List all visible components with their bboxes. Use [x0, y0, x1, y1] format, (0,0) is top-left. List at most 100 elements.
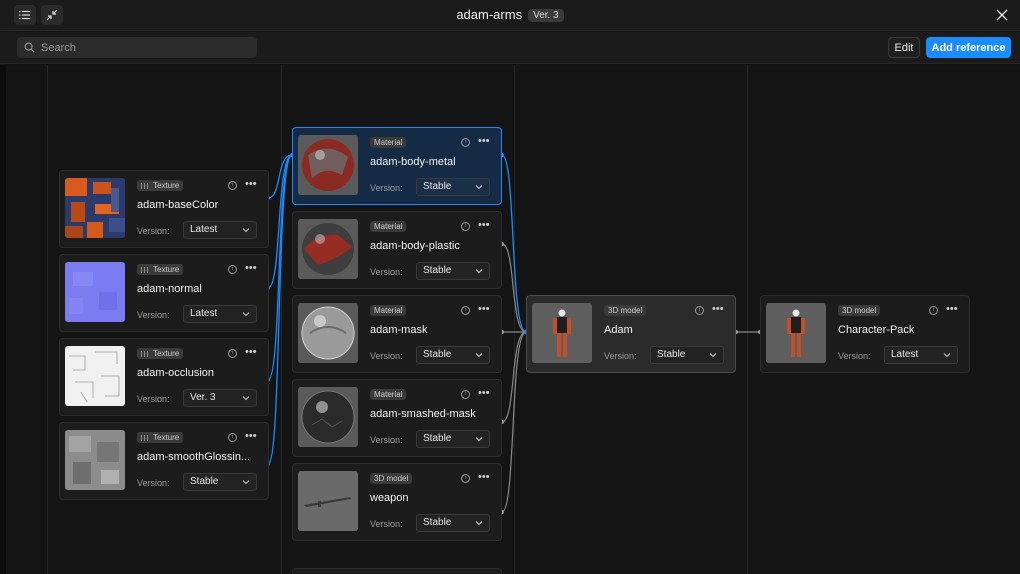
kind-label: 3D model — [842, 306, 877, 315]
version-select[interactable]: Stable — [416, 178, 490, 196]
info-icon[interactable]: i — [228, 349, 237, 358]
kind-label: Material — [374, 138, 403, 147]
add-reference-button[interactable]: Add reference — [926, 37, 1011, 58]
kind-label: Material — [374, 222, 403, 231]
info-icon[interactable]: i — [695, 306, 704, 315]
kind-badge: Texture — [137, 180, 184, 191]
kind-badge: Texture — [137, 432, 184, 443]
version-value: Latest — [891, 349, 919, 360]
node-character-pack[interactable]: 3D model i ••• Character-Pack Version: L… — [760, 295, 970, 373]
texture-thumbnail — [65, 346, 125, 406]
more-icon[interactable]: ••• — [478, 471, 490, 483]
kind-badge: 3D model — [604, 305, 647, 316]
info-icon[interactable]: i — [461, 222, 470, 231]
version-select[interactable]: Stable — [416, 430, 490, 448]
version-select[interactable]: Stable — [416, 346, 490, 364]
version-value: Stable — [657, 349, 686, 360]
chevron-down-icon — [242, 480, 250, 485]
more-icon[interactable]: ••• — [245, 346, 257, 358]
node-adam-smashed-mask[interactable]: Material i ••• adam-smashed-mask Version… — [292, 379, 502, 457]
info-icon[interactable]: i — [228, 181, 237, 190]
node-adam-mask[interactable]: Material i ••• adam-mask Version: Stable — [292, 295, 502, 373]
info-icon[interactable]: i — [228, 265, 237, 274]
info-icon[interactable]: i — [461, 474, 470, 483]
texture-grid-icon — [141, 350, 150, 357]
texture-thumbnail — [65, 430, 125, 490]
kind-label: Texture — [153, 181, 180, 190]
node-name: adam-smoothGlossin... — [137, 451, 251, 463]
info-icon[interactable]: i — [228, 433, 237, 442]
more-icon[interactable]: ••• — [712, 303, 724, 315]
version-value: Latest — [190, 308, 218, 319]
version-select[interactable]: Ver. 3 — [183, 389, 257, 407]
more-icon[interactable]: ••• — [245, 178, 257, 190]
more-icon[interactable]: ••• — [245, 430, 257, 442]
version-badge: Ver. 3 — [528, 9, 564, 22]
kind-label: 3D model — [374, 474, 409, 483]
node-name: adam-mask — [370, 324, 428, 336]
version-select[interactable]: Stable — [416, 514, 490, 532]
node-weapon[interactable]: 3D model i ••• weapon Version: Stable — [292, 463, 502, 541]
chevron-down-icon — [475, 353, 483, 358]
chevron-down-icon — [475, 185, 483, 190]
chevron-down-icon — [943, 353, 951, 358]
node-adam-basecolor[interactable]: Texture i ••• adam-baseColor Version: La… — [59, 170, 269, 248]
kind-label: Texture — [153, 349, 180, 358]
info-icon[interactable]: i — [929, 306, 938, 315]
version-select[interactable]: Latest — [183, 305, 257, 323]
info-icon[interactable]: i — [461, 306, 470, 315]
node-name: adam-smashed-mask — [370, 408, 476, 420]
version-label: Version: — [370, 183, 403, 193]
material-thumbnail — [298, 303, 358, 363]
more-icon[interactable]: ••• — [946, 303, 958, 315]
info-icon[interactable]: i — [461, 390, 470, 399]
close-button[interactable] — [992, 5, 1012, 25]
search-box[interactable] — [17, 37, 257, 58]
more-icon[interactable]: ••• — [245, 262, 257, 274]
node-adam[interactable]: 3D model i ••• Adam Version: Stable — [526, 295, 736, 373]
column-divider — [47, 65, 48, 574]
node-name: adam-body-metal — [370, 156, 456, 168]
chevron-down-icon — [475, 269, 483, 274]
kind-label: 3D model — [608, 306, 643, 315]
node-adam-occlusion[interactable]: Texture i ••• adam-occlusion Version: Ve… — [59, 338, 269, 416]
search-icon — [24, 42, 35, 53]
node-adam-smoothglossiness[interactable]: Texture i ••• adam-smoothGlossin... Vers… — [59, 422, 269, 500]
version-select[interactable]: Stable — [183, 473, 257, 491]
more-icon[interactable]: ••• — [478, 219, 490, 231]
version-value: Stable — [423, 349, 452, 360]
close-icon — [996, 9, 1008, 21]
edit-button[interactable]: Edit — [888, 37, 920, 58]
kind-badge: Texture — [137, 348, 184, 359]
node-name: adam-baseColor — [137, 199, 219, 211]
column-divider — [514, 65, 515, 574]
version-label: Version: — [604, 351, 637, 361]
version-label: Version: — [838, 351, 871, 361]
kind-badge: Material — [370, 305, 407, 316]
version-value: Stable — [190, 476, 219, 487]
more-icon[interactable]: ••• — [478, 303, 490, 315]
node-adam-body-metal[interactable]: Material i ••• adam-body-metal Version: … — [292, 127, 502, 205]
model-thumbnail — [298, 471, 358, 531]
version-label: Version: — [137, 394, 170, 404]
more-icon[interactable]: ••• — [478, 135, 490, 147]
search-input[interactable] — [41, 41, 241, 54]
kind-badge: Material — [370, 221, 407, 232]
node-adam-normal[interactable]: Texture i ••• adam-normal Version: Lates… — [59, 254, 269, 332]
node-adam-body-plastic[interactable]: Material i ••• adam-body-plastic Version… — [292, 211, 502, 289]
version-select[interactable]: Latest — [183, 221, 257, 239]
node-partial[interactable] — [292, 568, 502, 574]
version-label: Version: — [370, 351, 403, 361]
node-name: adam-body-plastic — [370, 240, 460, 252]
kind-badge: 3D model — [838, 305, 881, 316]
version-select[interactable]: Stable — [650, 346, 724, 364]
info-icon[interactable]: i — [461, 138, 470, 147]
version-value: Ver. 3 — [190, 392, 216, 403]
kind-label: Material — [374, 390, 403, 399]
more-icon[interactable]: ••• — [478, 387, 490, 399]
version-select[interactable]: Latest — [884, 346, 958, 364]
chevron-down-icon — [242, 228, 250, 233]
version-select[interactable]: Stable — [416, 262, 490, 280]
version-label: Version: — [370, 267, 403, 277]
texture-thumbnail — [65, 262, 125, 322]
